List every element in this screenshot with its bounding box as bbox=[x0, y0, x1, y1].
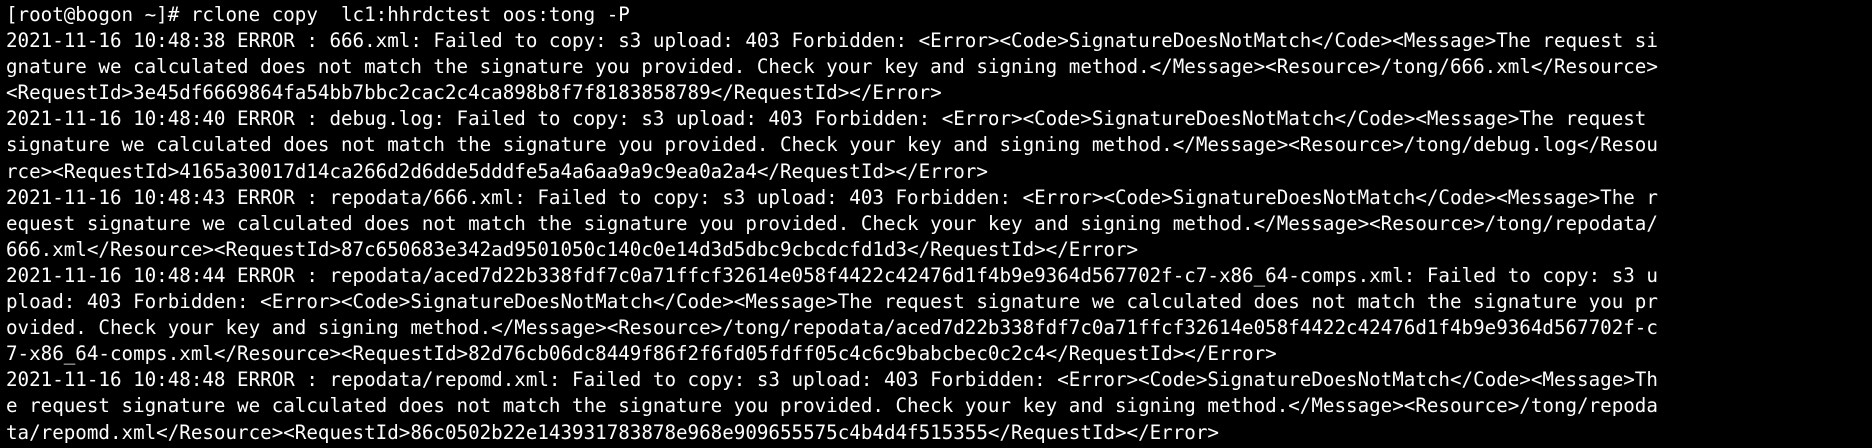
output-line: 666.xml</Resource><RequestId>87c650683e3… bbox=[6, 237, 1139, 261]
output-line: 2021-11-16 10:48:40 ERROR : debug.log: F… bbox=[6, 107, 1658, 131]
terminal-window[interactable]: [root@bogon ~]# rclone copy lc1:hhrdctes… bbox=[0, 0, 1872, 448]
command-line: [root@bogon ~]# rclone copy lc1:hhrdctes… bbox=[6, 3, 630, 26]
output-line: <RequestId>3e45df6669864fa54bb7bbc2cac2c… bbox=[6, 81, 942, 105]
output-line: 2021-11-16 10:48:38 ERROR : 666.xml: Fai… bbox=[6, 29, 1658, 53]
output-line: 2021-11-16 10:48:43 ERROR : repodata/666… bbox=[6, 185, 1658, 209]
output-line: equest signature we calculated does not … bbox=[6, 211, 1658, 235]
output-line: 2021-11-16 10:48:48 ERROR : repodata/rep… bbox=[6, 368, 1658, 392]
output-line: ta/repomd.xml</Resource><RequestId>86c05… bbox=[6, 420, 1219, 444]
output-line: 2021-11-16 10:48:44 ERROR : repodata/ace… bbox=[6, 263, 1658, 287]
output-line: ovided. Check your key and signing metho… bbox=[6, 316, 1658, 340]
output-line: e request signature we calculated does n… bbox=[6, 394, 1658, 418]
output-line: gnature we calculated does not match the… bbox=[6, 55, 1658, 79]
output-line: signature we calculated does not match t… bbox=[6, 133, 1658, 157]
output-line: pload: 403 Forbidden: <Error><Code>Signa… bbox=[6, 290, 1658, 314]
output-line: 7-x86_64-comps.xml</Resource><RequestId>… bbox=[6, 342, 1277, 366]
output-line: rce><RequestId>4165a30017d14ca266d2d6dde… bbox=[6, 159, 988, 183]
